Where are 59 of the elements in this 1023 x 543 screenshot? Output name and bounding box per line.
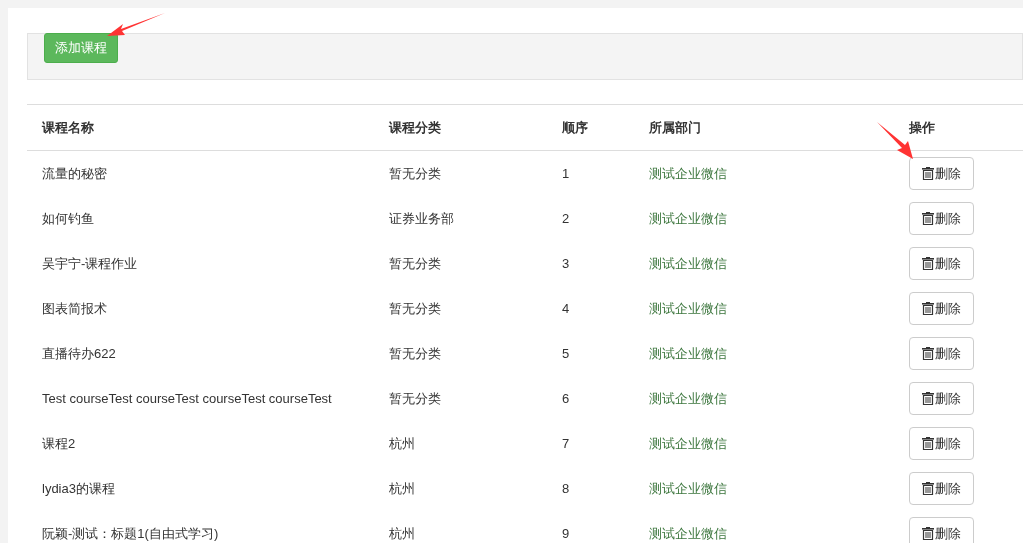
table-cell: 4 — [562, 301, 570, 316]
table-cell: 测试企业微信 — [649, 255, 727, 271]
table-cell: Test courseTest courseTest courseTest courseTest — [42, 391, 332, 406]
table-cell: 8 — [562, 481, 570, 496]
table-cell: 流量的秘密 — [42, 165, 107, 181]
table-cell: 3 — [562, 256, 570, 271]
table-cell: 暂无分类 — [389, 255, 441, 271]
trash-icon — [922, 212, 934, 225]
table-cell: 图表简报术 — [42, 300, 107, 316]
trash-icon — [922, 527, 934, 540]
table-cell: 测试企业微信 — [649, 525, 727, 541]
delete-button[interactable]: 删除 — [909, 427, 974, 460]
table-cell: 暂无分类 — [389, 345, 441, 361]
table-cell: 6 — [562, 391, 570, 406]
column-header: 课程分类 — [389, 119, 441, 135]
table-cell: 测试企业微信 — [649, 165, 727, 181]
table-cell: 杭州 — [389, 480, 415, 496]
table-cell: 测试企业微信 — [649, 300, 727, 316]
delete-button[interactable]: 删除 — [909, 382, 974, 415]
table-cell: 直播待办622 — [42, 345, 116, 361]
table-cell: lydia3的课程 — [42, 480, 115, 496]
table-cell: 暂无分类 — [389, 165, 441, 181]
table-cell: 9 — [562, 526, 570, 541]
table-cell: 阮颖-测试：标题1(自由式学习) — [42, 525, 219, 541]
table-cell: 测试企业微信 — [649, 345, 727, 361]
delete-button[interactable]: 删除 — [909, 202, 974, 235]
trash-icon — [922, 167, 934, 180]
table-cell: 如何钓鱼 — [42, 210, 94, 226]
table-cell: 2 — [562, 211, 570, 226]
table-cell: 证券业务部 — [389, 210, 454, 226]
delete-button[interactable]: 删除 — [909, 247, 974, 280]
delete-button[interactable]: 删除 — [909, 292, 974, 325]
table-cell: 测试企业微信 — [649, 435, 727, 451]
column-header: 所属部门 — [649, 119, 701, 135]
table-cell: 吴宇宁-课程作业 — [42, 255, 138, 271]
table-cell: 课程2 — [42, 435, 76, 451]
trash-icon — [922, 392, 934, 405]
trash-icon — [922, 257, 934, 270]
trash-icon — [922, 347, 934, 360]
column-header: 顺序 — [562, 119, 588, 135]
delete-button[interactable]: 删除 — [909, 472, 974, 505]
column-header: 操作 — [909, 119, 935, 135]
table-cell: 暂无分类 — [389, 390, 441, 406]
trash-icon — [922, 437, 934, 450]
table-cell: 测试企业微信 — [649, 390, 727, 406]
table-cell: 测试企业微信 — [649, 480, 727, 496]
table-cell: 5 — [562, 346, 570, 361]
trash-icon — [922, 302, 934, 315]
table-cell: 杭州 — [389, 525, 415, 541]
delete-button[interactable]: 删除 — [909, 517, 974, 543]
delete-button[interactable]: 删除 — [909, 337, 974, 370]
column-header: 课程名称 — [42, 119, 94, 135]
delete-button[interactable]: 删除 — [909, 157, 974, 190]
trash-icon — [922, 482, 934, 495]
table-cell: 暂无分类 — [389, 300, 441, 316]
table-cell: 7 — [562, 436, 570, 451]
table-cell: 1 — [562, 166, 570, 181]
table-cell: 测试企业微信 — [649, 210, 727, 226]
table-cell: 杭州 — [389, 435, 415, 451]
